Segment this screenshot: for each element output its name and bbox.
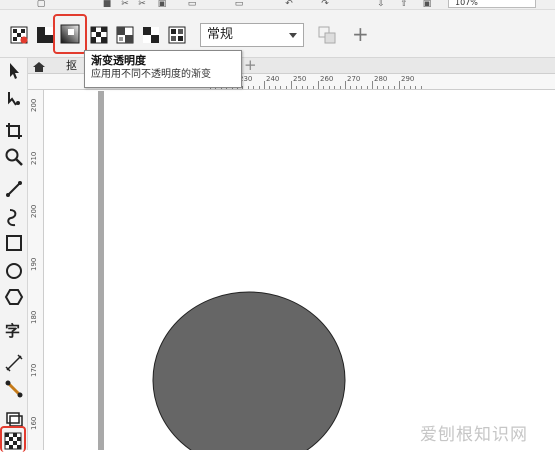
standard-toolbar: ▢ ■ ✂ ✂ ▣ ▭ ▭ ↶ ↷ ⇩ ⇧ ▣ 107% (0, 0, 555, 10)
ruler-tick (242, 86, 244, 89)
chevron-down-icon (289, 33, 297, 38)
ruler-h-label: 250 (293, 75, 307, 83)
redo-icon[interactable]: ↶ (282, 0, 296, 9)
ruler-h-label: 240 (266, 75, 280, 83)
ruler-tick (301, 86, 303, 89)
import-icon[interactable]: ⇩ (374, 0, 388, 9)
merge-mode-value: 常规 (207, 27, 234, 42)
copy-transparency-icon[interactable] (316, 24, 338, 46)
page-border (98, 91, 104, 450)
ruler-tick (258, 86, 260, 89)
ruler-h-label: 290 (401, 75, 415, 83)
bitmap-pattern-transparency-icon[interactable] (114, 24, 136, 46)
tab-document[interactable]: 抠 (66, 58, 77, 74)
ruler-tick (366, 86, 368, 89)
rectangle-tool-icon[interactable] (3, 232, 25, 254)
two-color-pattern-transparency-icon[interactable] (140, 24, 162, 46)
ruler-v-label: 160 (30, 416, 38, 430)
open-icon[interactable]: ▢ (34, 0, 48, 9)
print-icon[interactable]: ▭ (232, 0, 246, 9)
tooltip-description: 应用用不同不透明度的渐变 (91, 69, 211, 80)
merge-mode-select[interactable]: 常规 (200, 23, 304, 47)
ruler-tick (361, 86, 363, 89)
ruler-tick (296, 86, 298, 89)
texture-transparency-icon[interactable] (166, 24, 188, 46)
text-tool-icon[interactable]: 字 (5, 320, 20, 341)
add-tab-button[interactable]: + (244, 57, 257, 73)
ruler-tick (318, 81, 319, 89)
redo-icon[interactable]: ↷ (318, 0, 332, 9)
ruler-tick (307, 86, 309, 89)
gradient-transparency-icon[interactable] (59, 23, 81, 45)
ruler-tick (409, 86, 411, 89)
pick-tool-icon[interactable] (3, 60, 25, 82)
vertical-ruler: 200 210 200 190 180 170 160 (28, 90, 44, 450)
tooltip: 渐变透明度 应用用不同不透明度的渐变 (84, 50, 242, 88)
ruler-tick (345, 81, 346, 89)
ruler-tick (372, 81, 373, 89)
ruler-tick (280, 86, 282, 89)
copy-icon[interactable]: ✂ (135, 0, 149, 9)
ruler-v-label: 180 (30, 310, 38, 324)
circle-shape[interactable] (152, 291, 346, 450)
watermark: 爱刨根知识网 (420, 425, 528, 445)
ruler-tick (247, 86, 249, 89)
ruler-tick (404, 86, 406, 89)
artistic-media-tool-icon[interactable] (3, 206, 25, 228)
ruler-tick (328, 86, 330, 89)
ruler-tick (350, 86, 352, 89)
tooltip-title: 渐变透明度 (91, 54, 146, 67)
ruler-tick (291, 81, 292, 89)
ruler-tick (339, 86, 341, 89)
ruler-tick (264, 81, 265, 89)
paste-icon[interactable]: ▣ (155, 0, 169, 9)
ruler-v-label: 190 (30, 257, 38, 271)
ruler-tick (253, 86, 255, 89)
dimension-tool-icon[interactable] (3, 352, 25, 374)
ruler-v-label: 170 (30, 363, 38, 377)
crop-tool-icon[interactable] (3, 120, 25, 142)
save-icon[interactable]: ■ (100, 0, 114, 9)
vector-pattern-transparency-icon[interactable] (88, 24, 110, 46)
undo-icon[interactable]: ▭ (185, 0, 199, 9)
zoom-select[interactable]: 107% (448, 0, 536, 8)
ruler-tick (420, 86, 422, 89)
export-icon[interactable]: ⇧ (397, 0, 411, 9)
shape-tool-icon[interactable] (3, 88, 25, 110)
ruler-tick (323, 86, 325, 89)
toolbox: 字 (0, 58, 28, 452)
home-icon[interactable] (30, 59, 48, 73)
ruler-tick (382, 86, 384, 89)
ruler-v-label: 200 (30, 98, 38, 112)
ruler-tick (355, 86, 357, 89)
ruler-tick (377, 86, 379, 89)
freehand-tool-icon[interactable] (3, 178, 25, 200)
polygon-tool-icon[interactable] (3, 286, 25, 308)
ruler-tick (285, 86, 287, 89)
ruler-tick (388, 86, 390, 89)
ruler-tick (334, 86, 336, 89)
ruler-tick (415, 86, 417, 89)
ruler-v-label: 200 (30, 204, 38, 218)
ruler-h-label: 270 (347, 75, 361, 83)
ruler-tick (312, 86, 314, 89)
add-icon[interactable]: + (352, 24, 374, 46)
no-transparency-icon[interactable] (8, 24, 30, 46)
ruler-h-label: 260 (320, 75, 334, 83)
ruler-v-label: 210 (30, 151, 38, 165)
zoom-tool-icon[interactable] (3, 146, 25, 168)
transparency-tool-icon[interactable] (2, 430, 24, 452)
connector-tool-icon[interactable] (3, 378, 25, 400)
ruler-tick (274, 86, 276, 89)
publish-icon[interactable]: ▣ (420, 0, 434, 9)
canvas-shape-container (152, 291, 346, 450)
ruler-tick (399, 81, 400, 89)
ruler-tick (393, 86, 395, 89)
ruler-tick (269, 86, 271, 89)
ellipse-tool-icon[interactable] (3, 260, 25, 282)
cut-icon[interactable]: ✂ (118, 0, 132, 9)
ruler-h-label: 280 (374, 75, 388, 83)
